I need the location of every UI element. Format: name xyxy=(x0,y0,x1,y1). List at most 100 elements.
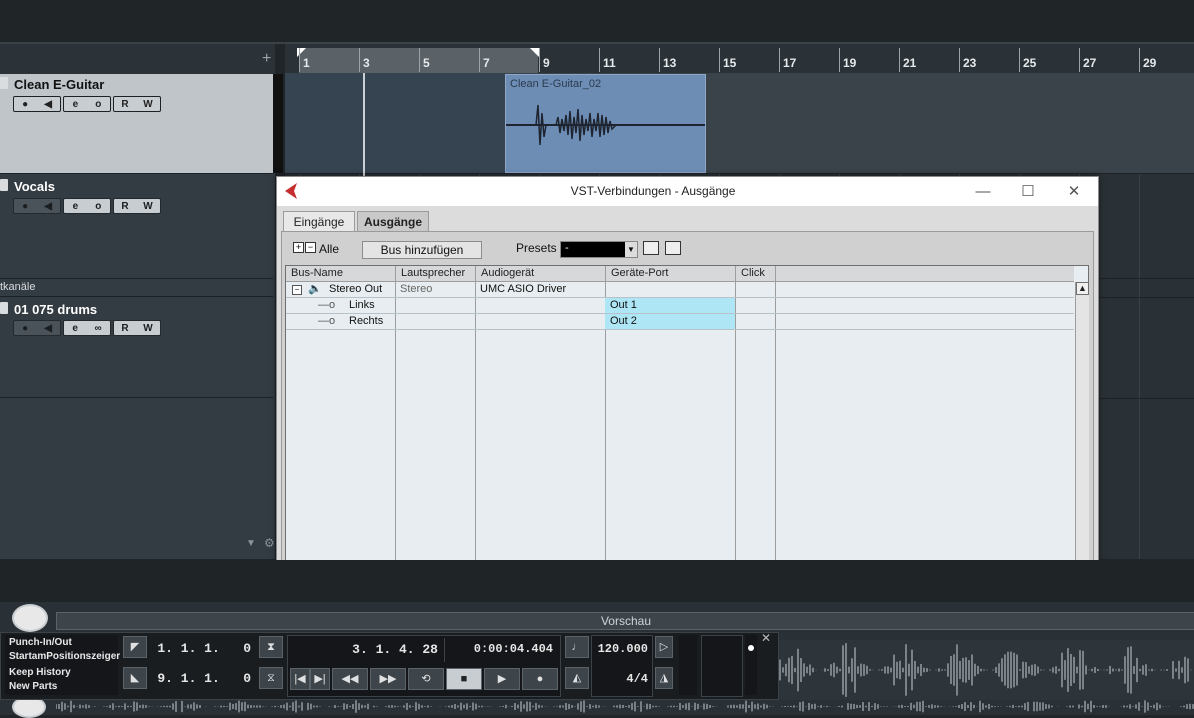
device-port[interactable]: Out 1 xyxy=(610,299,637,311)
position-time-display[interactable]: 0:00:04.404 xyxy=(448,642,553,656)
sync-icon[interactable]: ◮ xyxy=(655,667,673,689)
col-click[interactable]: Click xyxy=(741,267,765,279)
collapse-all-icon[interactable]: − xyxy=(305,242,316,253)
click-icon[interactable]: ♩ xyxy=(565,636,589,658)
edit-icon[interactable]: e xyxy=(73,201,79,212)
record-enable-icon[interactable]: ● xyxy=(22,201,28,212)
read-automation-button[interactable]: R xyxy=(121,201,128,212)
add-bus-button[interactable]: Bus hinzufügen xyxy=(362,241,482,259)
automation-buttons[interactable]: R W xyxy=(113,96,161,112)
position-bars-display[interactable]: 3. 1. 4. 28 xyxy=(328,642,438,657)
record-monitor-buttons[interactable]: ● ◀ xyxy=(13,96,61,112)
device-port[interactable]: Out 2 xyxy=(610,315,637,327)
col-device[interactable]: Audiogerät xyxy=(481,267,534,279)
record-enable-icon[interactable]: ● xyxy=(22,99,28,110)
presets-select[interactable]: - ▼ xyxy=(560,241,638,258)
expand-all-icon[interactable]: + xyxy=(293,242,304,253)
write-automation-button[interactable]: W xyxy=(143,201,152,212)
play-icon[interactable]: ▶ xyxy=(484,668,520,690)
time-signature-display[interactable]: 4/4 xyxy=(594,672,648,686)
start-position-label[interactable]: StartamPositionszeiger xyxy=(9,651,120,662)
metronome-icon[interactable]: ◭ xyxy=(565,667,589,689)
automation-buttons[interactable]: R W xyxy=(113,198,161,214)
col-device-port[interactable]: Geräte-Port xyxy=(611,267,668,279)
right-locator-button[interactable]: ◣ xyxy=(123,667,147,689)
minimize-button[interactable]: — xyxy=(968,181,998,203)
read-automation-button[interactable]: R xyxy=(121,323,128,334)
bus-name[interactable]: Stereo Out xyxy=(329,283,382,295)
save-preset-icon[interactable] xyxy=(643,241,659,255)
chat-bubble-icon[interactable] xyxy=(12,604,48,632)
close-transport-icon[interactable]: ✕ xyxy=(761,631,771,645)
automation-buttons[interactable]: R W xyxy=(113,320,161,336)
punch-label[interactable]: Punch-In/Out xyxy=(9,637,72,648)
left-locator-button[interactable]: ◤ xyxy=(123,636,147,658)
table-row[interactable]: − 🔈 Stereo Out Stereo UMC ASIO Driver xyxy=(286,282,1074,298)
go-to-end-icon[interactable]: ▶| xyxy=(310,668,330,690)
record-enable-icon[interactable]: ● xyxy=(22,323,28,334)
monitor-icon[interactable]: ◀ xyxy=(44,99,52,110)
tempo-track-icon[interactable]: ▷ xyxy=(655,636,673,658)
track-select-checkbox[interactable] xyxy=(0,302,8,314)
inserts-icon[interactable]: ∞ xyxy=(95,323,102,334)
edit-buttons[interactable]: e o xyxy=(63,198,111,214)
timeline-ruler[interactable]: 1 3 5 7 9 11 13 15 17 19 21 23 25 27 29 xyxy=(285,44,1194,74)
stop-icon[interactable]: ■ xyxy=(446,668,482,690)
write-automation-button[interactable]: W xyxy=(143,99,152,110)
read-automation-button[interactable]: R xyxy=(121,99,128,110)
vertical-scrollbar[interactable]: ▲ ▼ xyxy=(1075,282,1089,586)
punch-in-button[interactable]: ⧗ xyxy=(259,636,283,658)
fast-forward-icon[interactable]: ▶▶ xyxy=(370,668,406,690)
edit-buttons[interactable]: e ∞ xyxy=(63,320,111,336)
track-select-checkbox[interactable] xyxy=(0,179,8,191)
track-name[interactable]: Clean E-Guitar xyxy=(14,77,104,92)
record-monitor-buttons[interactable]: ● ◀ xyxy=(13,320,61,336)
track-drums[interactable]: 01 075 drums ● ◀ e ∞ R W xyxy=(0,297,273,398)
audio-event[interactable]: Clean E-Guitar_02 xyxy=(505,74,706,173)
go-to-start-icon[interactable]: |◀ xyxy=(290,668,310,690)
track-name[interactable]: 01 075 drums xyxy=(14,302,97,317)
maximize-button[interactable]: ☐ xyxy=(1013,181,1043,203)
monitor-icon[interactable]: ◀ xyxy=(44,201,52,212)
folder-track-label[interactable]: tkanäle xyxy=(0,279,273,297)
dialog-titlebar[interactable]: VST-Verbindungen - Ausgänge — ☐ ✕ xyxy=(277,177,1098,206)
dropdown-arrow-icon[interactable]: ▼ xyxy=(625,242,637,257)
gear-icon[interactable]: ⚙ xyxy=(264,536,275,550)
slider-knob[interactable] xyxy=(748,645,754,651)
track-clean-e-guitar[interactable]: Clean E-Guitar ● ◀ e o R W xyxy=(0,74,283,174)
collapse-icon[interactable]: − xyxy=(292,285,302,295)
delete-preset-icon[interactable] xyxy=(665,241,681,255)
record-monitor-buttons[interactable]: ● ◀ xyxy=(13,198,61,214)
punch-out-button[interactable]: ⧖ xyxy=(259,667,283,689)
new-parts-label[interactable]: New Parts xyxy=(9,681,57,692)
edit-icon[interactable]: e xyxy=(73,99,79,110)
write-automation-button[interactable]: W xyxy=(143,323,152,334)
col-speaker[interactable]: Lautsprecher xyxy=(401,267,465,279)
cycle-icon[interactable]: ⟲ xyxy=(408,668,444,690)
col-bus-name[interactable]: Bus-Name xyxy=(291,267,343,279)
right-locator-display[interactable]: 9. 1. 1. 0 xyxy=(151,671,251,686)
inserts-icon[interactable]: o xyxy=(95,99,101,110)
close-button[interactable]: ✕ xyxy=(1059,181,1089,203)
edit-icon[interactable]: e xyxy=(72,323,78,334)
audio-device[interactable]: UMC ASIO Driver xyxy=(480,283,566,295)
volume-slider[interactable] xyxy=(745,635,757,695)
left-locator-display[interactable]: 1. 1. 1. 0 xyxy=(151,641,251,656)
table-row[interactable]: —o Links Out 1 xyxy=(286,298,1074,314)
tab-ausgaenge[interactable]: Ausgänge xyxy=(357,211,429,233)
keep-history-label[interactable]: Keep History xyxy=(9,667,71,678)
monitor-icon[interactable]: ◀ xyxy=(44,323,52,334)
track-select-checkbox[interactable] xyxy=(0,77,8,89)
track-name[interactable]: Vocals xyxy=(14,179,55,194)
tab-eingaenge[interactable]: Eingänge xyxy=(283,211,355,233)
scroll-up-icon[interactable]: ▲ xyxy=(1076,282,1089,295)
edit-buttons[interactable]: e o xyxy=(63,96,111,112)
track-vocals[interactable]: Vocals ● ◀ e o R W xyxy=(0,174,273,279)
tempo-display[interactable]: 120.000 xyxy=(594,642,648,656)
record-icon[interactable]: ● xyxy=(522,668,558,690)
add-track-button[interactable]: + xyxy=(262,50,271,68)
inserts-icon[interactable]: o xyxy=(95,201,101,212)
right-locator-flag[interactable] xyxy=(530,48,539,57)
chevron-down-icon[interactable]: ▼ xyxy=(246,538,256,549)
preview-bar[interactable]: Vorschau xyxy=(56,612,1194,630)
